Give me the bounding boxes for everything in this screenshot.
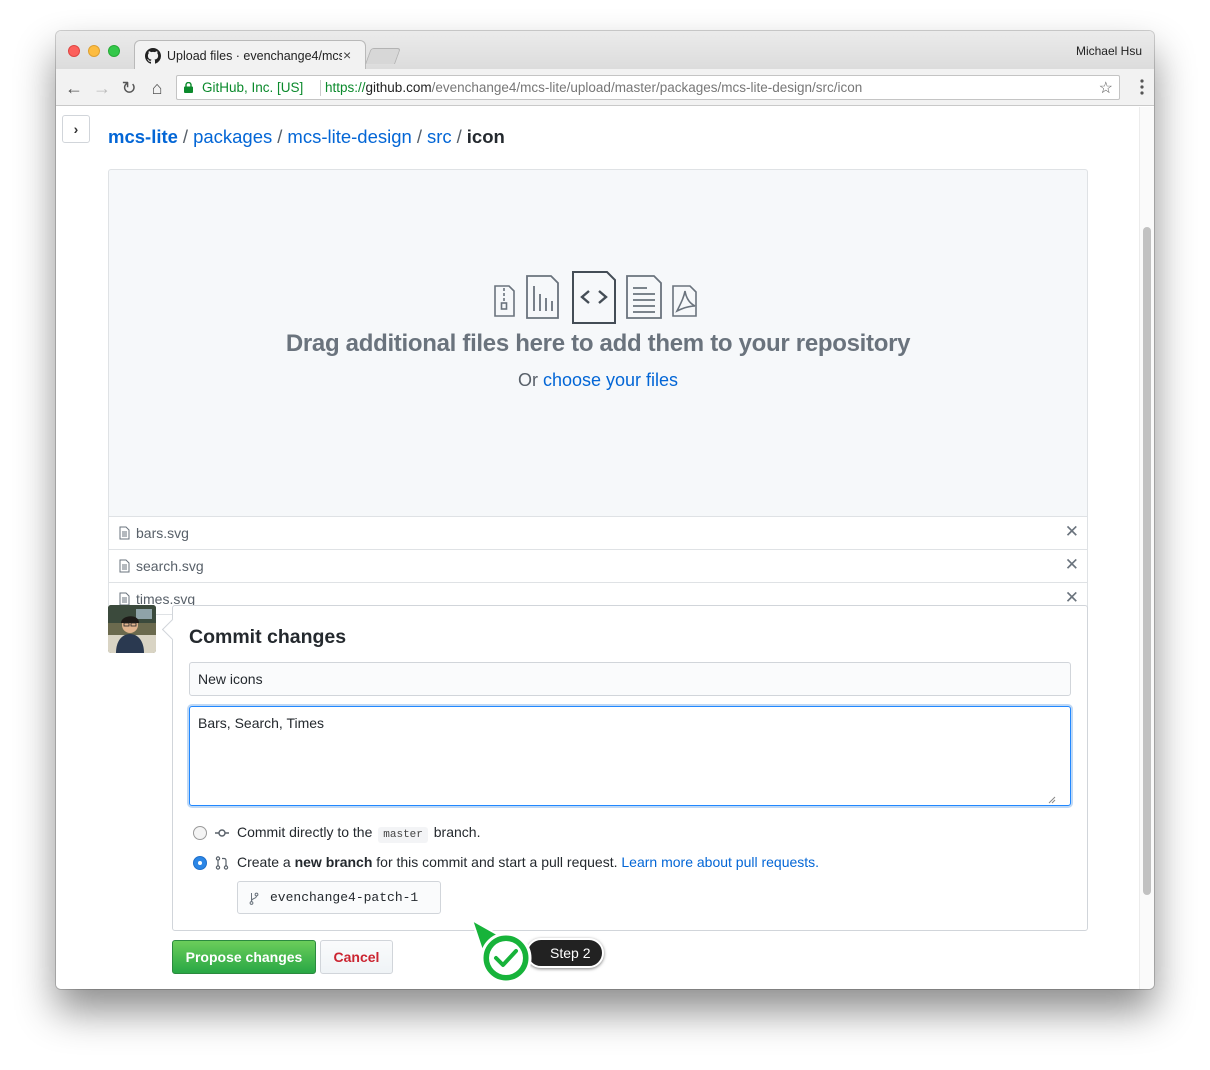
breadcrumb-separator: / (277, 126, 283, 147)
commit-summary-input[interactable]: New icons (189, 662, 1071, 696)
step-annotation-pill: Step 2 (526, 938, 604, 968)
choose-files-link[interactable]: choose your files (543, 370, 678, 390)
address-bar[interactable]: GitHub, Inc. [US] https://github.com/eve… (176, 75, 1120, 100)
url-divider (320, 80, 321, 96)
chevron-right-icon[interactable]: › (62, 115, 90, 143)
branch-name-input[interactable]: evenchange4-patch-1 (237, 881, 441, 914)
breadcrumb-separator: / (456, 126, 462, 147)
vertical-scrollbar[interactable] (1139, 107, 1154, 989)
step-annotation-label: Step 2 (550, 945, 591, 961)
remove-file-icon[interactable]: ✕ (1065, 555, 1079, 575)
file-icon (119, 559, 130, 573)
url-host: github.com (365, 80, 432, 95)
scrollbar-thumb[interactable] (1143, 227, 1151, 895)
git-branch-icon (249, 892, 259, 905)
minimize-window-button[interactable] (88, 45, 100, 57)
new-tab-button[interactable] (365, 48, 401, 64)
breadcrumb: mcs-lite / packages / mcs-lite-design / src / ic… (108, 126, 505, 148)
new-branch-middle: for this commit and start a pull request… (376, 854, 618, 870)
breadcrumb-packages-link[interactable]: packages (193, 126, 272, 147)
learn-more-pull-requests-link[interactable]: Learn more about pull requests. (621, 854, 819, 870)
avatar[interactable] (108, 605, 156, 653)
check-circle-icon (471, 919, 532, 984)
drop-zone-prefix: Or (517, 370, 543, 390)
pdf-file-icon (672, 285, 697, 317)
breadcrumb-repo-link[interactable]: mcs-lite (108, 126, 178, 147)
new-branch-bold: new branch (294, 854, 373, 870)
commit-form-title: Commit changes (189, 626, 347, 648)
remove-file-icon[interactable]: ✕ (1065, 522, 1079, 542)
file-types-illustration (494, 271, 697, 324)
file-icon (119, 526, 130, 540)
new-branch-radio[interactable] (193, 856, 207, 870)
ev-certificate-label[interactable]: GitHub, Inc. [US] (202, 80, 303, 95)
file-list-item: search.svg ✕ (108, 549, 1088, 582)
propose-changes-button[interactable]: Propose changes (172, 940, 316, 974)
file-name: search.svg (136, 558, 204, 574)
url-text[interactable]: https://github.com/evenchange4/mcs-lite/… (325, 80, 862, 95)
code-file-icon (572, 271, 616, 324)
pull-request-icon (215, 856, 229, 870)
home-icon[interactable]: ⌂ (147, 78, 167, 98)
commit-direct-prefix: Commit directly to the (237, 824, 373, 840)
page-content: › mcs-lite / packages / mcs-lite-design / src /… (56, 107, 1154, 989)
git-commit-icon (215, 829, 229, 837)
cancel-button[interactable]: Cancel (320, 940, 393, 974)
bookmark-star-icon[interactable]: ☆ (1099, 78, 1113, 98)
profile-name[interactable]: Michael Hsu (1076, 44, 1142, 58)
drop-zone-subtitle: Or choose your files (109, 370, 1087, 391)
file-icon (119, 592, 130, 606)
browser-tab-active[interactable]: Upload files · evenchange4/mcs-lite × (134, 40, 366, 70)
branch-name-value: evenchange4-patch-1 (270, 890, 419, 905)
commit-direct-label: Commit directly to the master branch. (237, 824, 480, 843)
back-arrow-icon[interactable]: ← (64, 78, 84, 98)
commit-direct-radio[interactable] (193, 826, 207, 840)
text-file-icon (626, 275, 662, 319)
title-bar: Upload files · evenchange4/mcs-lite × Mi… (56, 31, 1154, 70)
breadcrumb-separator: / (416, 126, 422, 147)
commit-form: Commit changes New icons Bars, Search, T… (172, 605, 1088, 931)
breadcrumb-src-link[interactable]: src (427, 126, 452, 147)
zoom-window-button[interactable] (108, 45, 120, 57)
commit-direct-suffix: branch. (433, 824, 481, 840)
kebab-menu-icon[interactable] (1140, 79, 1144, 95)
zip-file-icon (494, 285, 515, 317)
commit-description-textarea[interactable]: Bars, Search, Times (189, 706, 1071, 806)
tab-close-icon[interactable]: × (343, 47, 351, 63)
forward-arrow-icon[interactable]: → (92, 78, 112, 98)
reload-icon[interactable]: ↻ (119, 78, 139, 98)
breadcrumb-separator: / (182, 126, 189, 147)
drop-zone-heading: Drag additional files here to add them t… (285, 330, 911, 357)
github-icon (145, 48, 161, 64)
close-window-button[interactable] (68, 45, 80, 57)
base-branch-code: master (378, 827, 428, 843)
new-branch-label: Create a new branch for this commit and … (237, 854, 819, 870)
browser-toolbar: ← → ↻ ⌂ GitHub, Inc. [US] https://github… (56, 69, 1154, 106)
tab-title: Upload files · evenchange4/mcs-lite (167, 49, 342, 63)
url-scheme: https:// (325, 80, 366, 95)
chart-file-icon (526, 275, 559, 319)
file-list-item: bars.svg ✕ (108, 516, 1088, 549)
new-branch-prefix: Create a (237, 854, 291, 870)
lock-icon (184, 82, 193, 93)
resize-handle-icon[interactable] (1048, 796, 1056, 804)
file-name: bars.svg (136, 525, 189, 541)
breadcrumb-current: icon (466, 126, 505, 147)
browser-window: Upload files · evenchange4/mcs-lite × Mi… (56, 31, 1154, 989)
url-path: /evenchange4/mcs-lite/upload/master/pack… (431, 80, 863, 95)
breadcrumb-mcs-lite-design-link[interactable]: mcs-lite-design (287, 126, 411, 147)
